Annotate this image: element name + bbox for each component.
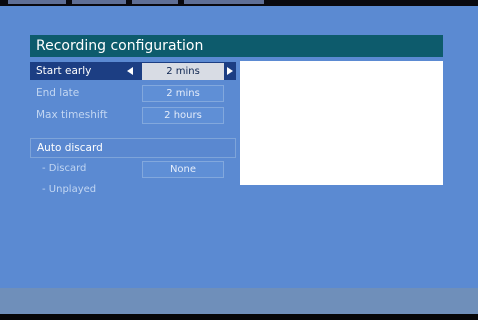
top-edge-mark <box>184 0 264 4</box>
preview-panel <box>240 61 443 185</box>
setting-value[interactable]: 2 mins <box>142 63 224 80</box>
arrow-left-icon[interactable] <box>127 67 133 75</box>
setting-row-max-timeshift[interactable]: Max timeshift 2 hours <box>30 106 236 124</box>
setting-row-end-late[interactable]: End late 2 mins <box>30 84 236 102</box>
setting-label: - Discard <box>42 163 87 174</box>
top-edge-mark <box>132 0 178 4</box>
setting-label: - Unplayed <box>42 184 97 195</box>
dialog-title-bar: Recording configuration <box>30 35 443 57</box>
setting-value[interactable]: 2 hours <box>142 107 224 124</box>
setting-value[interactable]: None <box>142 161 224 178</box>
setting-row-discard[interactable]: - Discard None <box>30 160 236 178</box>
section-label: Auto discard <box>37 142 103 154</box>
top-edge-mark <box>72 0 126 4</box>
auto-discard-section-header[interactable]: Auto discard <box>30 138 236 158</box>
arrow-right-icon[interactable] <box>227 67 233 75</box>
setting-label: Start early <box>36 65 92 77</box>
dialog-title: Recording configuration <box>36 38 204 54</box>
setting-row-unplayed[interactable]: - Unplayed <box>30 181 236 199</box>
setting-label: End late <box>36 87 80 99</box>
setting-row-start-early[interactable]: Start early 2 mins <box>30 62 236 80</box>
setting-label: Max timeshift <box>36 109 108 121</box>
bottom-letterbox <box>0 314 478 320</box>
top-edge-mark <box>8 0 66 4</box>
footer-bar <box>0 288 478 314</box>
tv-screen: Recording configuration Start early 2 mi… <box>0 0 478 320</box>
top-letterbox <box>0 0 478 6</box>
setting-value[interactable]: 2 mins <box>142 85 224 102</box>
